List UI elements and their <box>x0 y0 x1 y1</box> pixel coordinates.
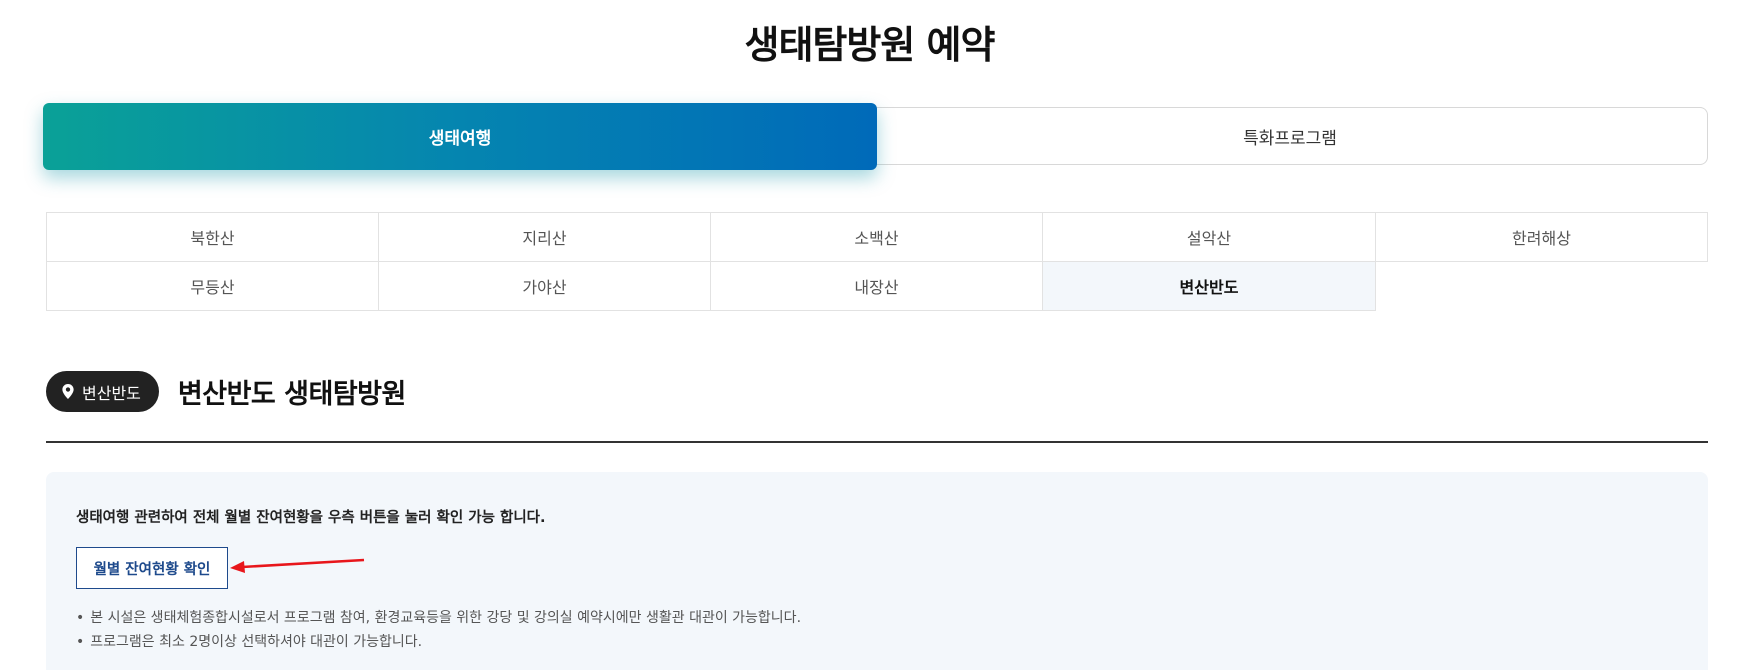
notice-item: 프로그램은 최소 2명이상 선택하셔야 대관이 가능합니다. <box>76 630 801 654</box>
program-tabs: 특화프로그램 생태여행 <box>43 103 1708 170</box>
location-badge-label: 변산반도 <box>82 383 141 403</box>
section-title: 변산반도 생태탐방원 <box>177 379 406 410</box>
region-tab-seoraksan[interactable]: 설악산 <box>1043 213 1376 262</box>
annotation-arrow-icon <box>230 558 365 573</box>
region-tab-hallyeohaesang[interactable]: 한려해상 <box>1376 213 1708 262</box>
location-badge: 변산반도 <box>46 371 159 412</box>
region-tab-gayasan[interactable]: 가야산 <box>379 262 711 311</box>
region-tab-mudeungsan[interactable]: 무등산 <box>46 262 379 311</box>
region-tab-naejangsan[interactable]: 내장산 <box>711 262 1043 311</box>
map-pin-icon <box>62 384 74 399</box>
section-divider <box>46 441 1708 443</box>
region-tab-jirisan[interactable]: 지리산 <box>379 213 711 262</box>
region-tab-sobaeksan[interactable]: 소백산 <box>711 213 1043 262</box>
monthly-availability-button[interactable]: 월별 잔여현황 확인 <box>76 547 228 589</box>
tab-eco-travel[interactable]: 생태여행 <box>43 103 877 170</box>
region-tab-bukhansan[interactable]: 북한산 <box>46 213 379 262</box>
notice-item: 본 시설은 생태체험종합시설로서 프로그램 참여, 환경교육등을 위한 강당 및… <box>76 606 801 630</box>
region-tab-byeonsanbando[interactable]: 변산반도 <box>1043 262 1376 311</box>
tab-special-program[interactable]: 특화프로그램 <box>873 107 1708 165</box>
section-header: 변산반도 변산반도 생태탐방원 <box>46 371 406 412</box>
notice-list: 본 시설은 생태체험종합시설로서 프로그램 참여, 환경교육등을 위한 강당 및… <box>76 606 801 654</box>
region-grid: 북한산 지리산 소백산 설악산 한려해상 무등산 가야산 내장산 변산반도 <box>46 212 1708 311</box>
page-title: 생태탐방원 예약 <box>744 23 996 67</box>
info-text: 생태여행 관련하여 전체 월별 잔여현황을 우측 버튼을 눌러 확인 가능 합니… <box>76 510 546 526</box>
